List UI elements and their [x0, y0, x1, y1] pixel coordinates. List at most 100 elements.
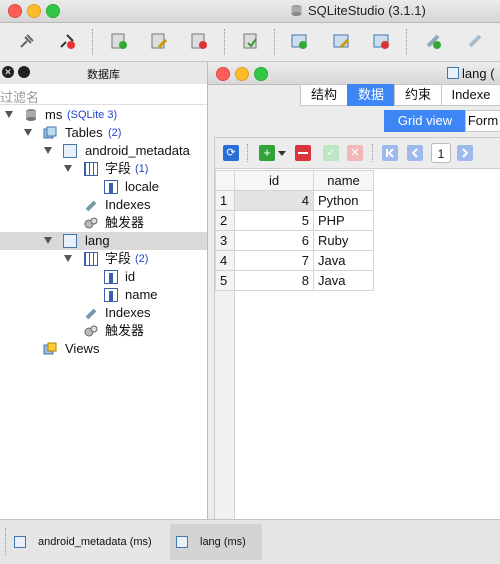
commit-icon[interactable]: ✓	[323, 145, 339, 161]
tree-item-fields[interactable]: 字段 (1)	[0, 160, 207, 178]
tab-indexes[interactable]: Indexe	[441, 84, 500, 106]
tree-item-db[interactable]: ms (SQLite 3)	[0, 106, 207, 124]
tree-item-column[interactable]: locale	[0, 178, 207, 196]
tables-folder-icon	[43, 126, 57, 140]
subtab-grid-view[interactable]: Grid view	[384, 110, 466, 132]
column-icon	[104, 270, 118, 284]
close-window-button[interactable]	[8, 4, 22, 18]
edit-index-icon[interactable]	[332, 32, 350, 50]
filter-placeholder: 过滤名	[0, 90, 40, 105]
cell-name[interactable]: Java	[313, 250, 374, 271]
editor-window-title: lang (	[462, 66, 495, 81]
cell-id[interactable]: 5	[234, 210, 314, 231]
fields-count: (1)	[135, 163, 149, 175]
indexes-label: Indexes	[105, 197, 151, 212]
close-editor-button[interactable]	[216, 67, 230, 81]
page-number-input[interactable]: 1	[431, 143, 451, 163]
table-row[interactable]: 4 7 Java	[215, 250, 374, 271]
filter-input[interactable]: 过滤名	[0, 84, 207, 105]
cell-id[interactable]: 4	[234, 190, 314, 211]
row-number[interactable]: 5	[215, 270, 235, 291]
tab-structure[interactable]: 结构	[300, 84, 348, 106]
edit-table-icon[interactable]	[150, 32, 168, 50]
insert-row-icon[interactable]: +	[259, 145, 275, 161]
tree-item-column[interactable]: id	[0, 268, 207, 286]
subtab-form-view[interactable]: Form	[465, 110, 500, 132]
edit-trigger-icon[interactable]	[466, 32, 484, 50]
taskbar-item-android-metadata[interactable]: android_metadata (ms)	[8, 524, 168, 560]
delete-table-icon[interactable]	[190, 32, 208, 50]
column-icon	[104, 288, 118, 302]
window-taskbar: android_metadata (ms) lang (ms)	[0, 519, 500, 564]
table-row[interactable]: 5 8 Java	[215, 270, 374, 291]
tree-item-indexes[interactable]: Indexes	[0, 196, 207, 214]
expand-arrow-icon[interactable]	[24, 129, 32, 136]
connect-db-icon[interactable]	[18, 32, 36, 50]
disconnect-db-icon[interactable]	[58, 32, 76, 50]
tree-item-triggers[interactable]: 触发器	[0, 322, 207, 340]
tree-item-triggers[interactable]: 触发器	[0, 214, 207, 232]
column-header-name[interactable]: name	[313, 170, 374, 191]
taskbar-item-label: android_metadata (ms)	[38, 536, 152, 548]
tree-item-table[interactable]: android_metadata	[0, 142, 207, 160]
db-type: (SQLite 3)	[67, 109, 118, 121]
cell-name[interactable]: Python	[313, 190, 374, 211]
cell-name[interactable]: Java	[313, 270, 374, 291]
tables-count: (2)	[108, 127, 122, 139]
table-row[interactable]: 2 5 PHP	[215, 210, 374, 231]
tree-item-column[interactable]: name	[0, 286, 207, 304]
main-toolbar	[0, 23, 500, 62]
tree-item-fields[interactable]: 字段 (2)	[0, 250, 207, 268]
row-number[interactable]: 1	[215, 190, 235, 211]
table-name: lang	[85, 233, 110, 248]
triggers-label: 触发器	[105, 215, 145, 230]
tree-item-tables[interactable]: Tables (2)	[0, 124, 207, 142]
taskbar-item-lang[interactable]: lang (ms)	[170, 524, 262, 560]
row-number[interactable]: 2	[215, 210, 235, 231]
expand-arrow-icon[interactable]	[44, 147, 52, 154]
cell-name[interactable]: Ruby	[313, 230, 374, 251]
expand-arrow-icon[interactable]	[44, 237, 52, 244]
results-table: id name 1 4 Python 2 5 PHP 3 6 Ruby 4 7	[215, 170, 374, 291]
add-trigger-icon[interactable]	[424, 32, 442, 50]
views-label: Views	[65, 341, 100, 356]
app-icon	[290, 4, 303, 17]
delete-index-icon[interactable]	[372, 32, 390, 50]
delete-row-icon[interactable]	[295, 145, 311, 161]
tab-data[interactable]: 数据	[347, 84, 395, 106]
zoom-window-button[interactable]	[46, 4, 60, 18]
tab-constraints[interactable]: 约束	[394, 84, 442, 106]
zoom-editor-button[interactable]	[254, 67, 268, 81]
row-number[interactable]: 4	[215, 250, 235, 271]
column-header-id[interactable]: id	[234, 170, 314, 191]
tree-item-views[interactable]: Views	[0, 340, 207, 358]
next-page-icon[interactable]	[457, 145, 473, 161]
minimize-window-button[interactable]	[27, 4, 41, 18]
tree-item-table-selected[interactable]: lang	[0, 232, 207, 250]
expand-arrow-icon[interactable]	[64, 165, 72, 172]
previous-page-icon[interactable]	[407, 145, 423, 161]
rollback-icon[interactable]: ✕	[347, 145, 363, 161]
expand-arrow-icon[interactable]	[64, 255, 72, 262]
expand-arrow-icon[interactable]	[5, 111, 13, 118]
add-table-icon[interactable]	[110, 32, 128, 50]
cell-id[interactable]: 8	[234, 270, 314, 291]
panel-title: 数据库	[87, 69, 120, 81]
add-index-icon[interactable]	[290, 32, 308, 50]
tree-item-indexes[interactable]: Indexes	[0, 304, 207, 322]
first-page-icon[interactable]	[382, 145, 398, 161]
table-name: android_metadata	[85, 143, 190, 158]
export-table-icon[interactable]	[242, 32, 260, 50]
minimize-editor-button[interactable]	[235, 67, 249, 81]
cell-name[interactable]: PHP	[313, 210, 374, 231]
cell-id[interactable]: 6	[234, 230, 314, 251]
refresh-icon[interactable]: ⟳	[223, 145, 239, 161]
table-icon	[447, 67, 459, 79]
cell-id[interactable]: 7	[234, 250, 314, 271]
table-editor-window: lang ( 结构 数据 约束 Indexe Grid view Form ⟳ …	[208, 62, 500, 521]
table-row[interactable]: 1 4 Python	[215, 190, 374, 211]
fields-label: 字段	[105, 251, 132, 266]
dropdown-arrow-icon[interactable]	[278, 151, 286, 156]
table-row[interactable]: 3 6 Ruby	[215, 230, 374, 251]
row-number[interactable]: 3	[215, 230, 235, 251]
